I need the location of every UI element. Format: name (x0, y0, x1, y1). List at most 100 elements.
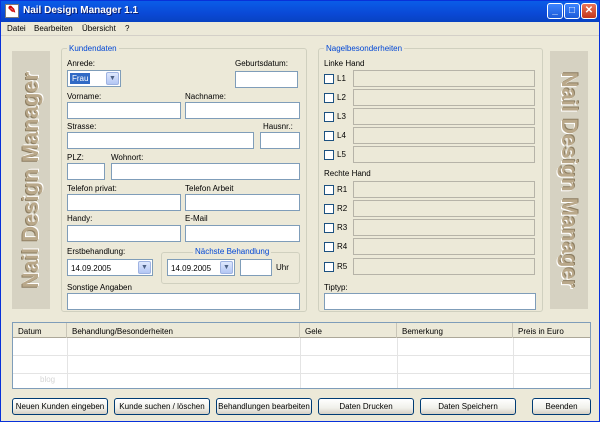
maximize-button[interactable]: □ (564, 3, 580, 19)
l5-label: L5 (337, 150, 346, 159)
tiptyp-input[interactable] (324, 293, 536, 310)
checkbox-l3[interactable] (324, 112, 334, 122)
column-header-behandlung[interactable]: Behandlung/Besonderheiten (67, 323, 300, 338)
email-label: E-Mail (185, 214, 208, 223)
menu-bearbeiten[interactable]: Bearbeiten (34, 24, 73, 33)
l4-label: L4 (337, 131, 346, 140)
chevron-down-icon[interactable]: ▼ (220, 261, 233, 274)
l2-input[interactable] (353, 89, 535, 106)
telefon-privat-input[interactable] (67, 194, 181, 211)
linke-hand-label: Linke Hand (324, 59, 365, 68)
geburtsdatum-input[interactable] (235, 71, 298, 88)
column-divider (67, 338, 68, 388)
chevron-down-icon[interactable]: ▼ (138, 261, 151, 274)
l4-input[interactable] (353, 127, 535, 144)
checkbox-l2[interactable] (324, 93, 334, 103)
geburtsdatum-label: Geburtsdatum: (235, 59, 288, 68)
erstbehandlung-date-picker[interactable]: 14.09.2005 ▼ (67, 259, 153, 276)
hausnr-input[interactable] (260, 132, 300, 149)
vorname-label: Vorname: (67, 92, 102, 101)
checkbox-r5[interactable] (324, 262, 334, 272)
naechste-behandlung-date-picker[interactable]: 14.09.2005 ▼ (167, 259, 235, 276)
uhrzeit-input[interactable] (240, 259, 272, 276)
column-divider (300, 338, 301, 388)
behandlungen-bearbeiten-button[interactable]: Behandlungen bearbeiten (216, 398, 312, 415)
menu-datei[interactable]: Datei (7, 24, 26, 33)
tiptyp-label: Tiptyp: (324, 283, 348, 292)
daten-drucken-button[interactable]: Daten Drucken (318, 398, 414, 415)
window-title: Nail Design Manager 1.1 (23, 5, 139, 16)
app-icon: ✎ (5, 4, 19, 18)
telefon-privat-label: Telefon privat: (67, 184, 117, 193)
sonstige-angaben-input[interactable] (67, 293, 300, 310)
r5-label: R5 (337, 262, 348, 271)
r2-label: R2 (337, 204, 348, 213)
strasse-label: Strasse: (67, 122, 97, 131)
wohnort-label: Wohnort: (111, 153, 144, 162)
table-header: Datum Behandlung/Besonderheiten Gele Bem… (13, 323, 590, 338)
r3-input[interactable] (353, 219, 535, 236)
column-header-bemerkung[interactable]: Bemerkung (397, 323, 513, 338)
side-banner-right-text: Nail Design Manager (557, 71, 582, 289)
sonstige-angaben-label: Sonstige Angaben (67, 283, 132, 292)
neuer-kunde-button[interactable]: Neuen Kunden eingeben (12, 398, 108, 415)
r2-input[interactable] (353, 200, 535, 217)
column-divider (397, 338, 398, 388)
r4-input[interactable] (353, 238, 535, 255)
table-row[interactable] (13, 356, 590, 374)
kunde-suchen-button[interactable]: Kunde suchen / löschen (114, 398, 210, 415)
l1-input[interactable] (353, 70, 535, 87)
beenden-button[interactable]: Beenden (532, 398, 591, 415)
handy-input[interactable] (67, 225, 181, 242)
email-input[interactable] (185, 225, 300, 242)
r5-input[interactable] (353, 258, 535, 275)
hausnr-label: Hausnr.: (263, 122, 293, 131)
l1-label: L1 (337, 74, 346, 83)
checkbox-l1[interactable] (324, 74, 334, 84)
chevron-down-icon[interactable]: ▼ (106, 72, 119, 85)
menu-help[interactable]: ? (125, 24, 129, 33)
side-banner-left: Nail Design Manager (12, 51, 50, 309)
telefon-arbeit-input[interactable] (185, 194, 300, 211)
watermark-text: blog (40, 375, 56, 384)
column-header-datum[interactable]: Datum (13, 323, 67, 338)
checkbox-l5[interactable] (324, 150, 334, 160)
vorname-input[interactable] (67, 102, 181, 119)
l5-input[interactable] (353, 146, 535, 163)
side-banner-right: Nail Design Manager (550, 51, 588, 309)
behandlungen-table[interactable]: Datum Behandlung/Besonderheiten Gele Bem… (12, 322, 591, 389)
minimize-button[interactable]: _ (547, 3, 563, 19)
plz-input[interactable] (67, 163, 105, 180)
title-bar[interactable]: ✎ Nail Design Manager 1.1 _ □ ✕ (1, 1, 599, 22)
checkbox-l4[interactable] (324, 131, 334, 141)
checkbox-r4[interactable] (324, 242, 334, 252)
kundendaten-title: Kundendaten (67, 44, 119, 53)
nachname-input[interactable] (185, 102, 300, 119)
handy-label: Handy: (67, 214, 93, 223)
checkbox-r2[interactable] (324, 204, 334, 214)
erstbehandlung-label: Erstbehandlung: (67, 247, 126, 256)
column-header-gele[interactable]: Gele (300, 323, 397, 338)
table-row[interactable] (13, 338, 590, 356)
uhr-label: Uhr (276, 263, 289, 272)
plz-label: PLZ: (67, 153, 84, 162)
l2-label: L2 (337, 93, 346, 102)
r1-input[interactable] (353, 181, 535, 198)
column-divider (513, 338, 514, 388)
checkbox-r1[interactable] (324, 185, 334, 195)
l3-input[interactable] (353, 108, 535, 125)
strasse-input[interactable] (67, 132, 254, 149)
app-window: ✎ Nail Design Manager 1.1 _ □ ✕ Datei Be… (0, 0, 600, 422)
column-header-preis[interactable]: Preis in Euro (513, 323, 590, 338)
r3-label: R3 (337, 223, 348, 232)
wohnort-input[interactable] (111, 163, 300, 180)
anrede-select[interactable]: Frau ▼ (67, 70, 121, 87)
naechste-behandlung-value: 14.09.2005 (171, 264, 212, 273)
r1-label: R1 (337, 185, 348, 194)
daten-speichern-button[interactable]: Daten Speichern (420, 398, 516, 415)
menu-uebersicht[interactable]: Übersicht (82, 24, 116, 33)
erstbehandlung-value: 14.09.2005 (71, 264, 112, 273)
checkbox-r3[interactable] (324, 223, 334, 233)
close-button[interactable]: ✕ (581, 3, 597, 19)
l3-label: L3 (337, 112, 346, 121)
